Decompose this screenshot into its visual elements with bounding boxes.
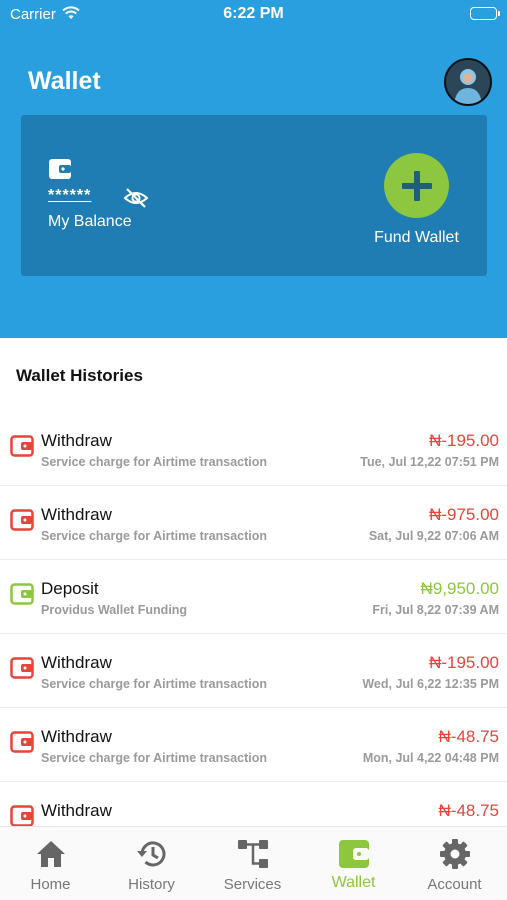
transaction-type: Deposit (41, 579, 99, 598)
transaction-amount: ₦-195.00 (429, 653, 499, 672)
transaction-description: Providus Wallet Funding (41, 603, 188, 617)
tab-history[interactable]: History (101, 827, 202, 900)
history-icon (101, 837, 202, 871)
transaction-date: Fri, Jul 8,22 07:39 AM (372, 603, 499, 617)
section-title: Wallet Histories (16, 366, 143, 385)
balance-label: My Balance (48, 213, 132, 230)
transaction-type: Withdraw (41, 801, 112, 820)
tab-label: History (128, 876, 175, 893)
withdraw-icon (10, 435, 34, 462)
fund-wallet-label[interactable]: Fund Wallet (364, 229, 469, 247)
transaction-list[interactable]: Withdraw Service charge for Airtime tran… (0, 412, 507, 826)
transaction-description: Service charge for Airtime transaction (41, 751, 268, 765)
withdraw-icon (10, 657, 34, 684)
gear-icon (404, 837, 505, 871)
plus-icon (401, 170, 432, 201)
withdraw-icon (10, 509, 34, 536)
tab-services[interactable]: Services (202, 827, 303, 900)
transaction-type: Withdraw (41, 505, 112, 524)
wallet-icon (48, 158, 72, 185)
transaction-date: Tue, Jul 12,22 07:51 PM (360, 455, 499, 469)
tab-label: Home (30, 876, 71, 893)
transaction-row[interactable]: Withdraw Service charge for Airtime tran… (0, 486, 507, 560)
tab-label: Account (427, 876, 482, 893)
transaction-row[interactable]: Withdraw Service charge for Airtime tran… (0, 412, 507, 486)
fund-wallet-button[interactable] (384, 153, 449, 218)
tab-home[interactable]: Home (0, 827, 101, 900)
balance-card: ****** My Balance Fund Wallet (21, 115, 487, 276)
withdraw-icon (10, 805, 34, 826)
transaction-amount: ₦-975.00 (429, 505, 499, 524)
transaction-amount: ₦-48.75 (438, 727, 499, 746)
header: Carrier 6:22 PM Wallet ****** My Balance… (0, 0, 507, 338)
transaction-amount: ₦-48.75 (438, 801, 499, 820)
transaction-row[interactable]: Withdraw Service charge for Airtime tran… (0, 634, 507, 708)
masked-balance: ****** (48, 187, 92, 204)
tab-label: Services (223, 876, 282, 893)
page-title: Wallet (28, 67, 101, 95)
transaction-description: Service charge for Airtime transaction (41, 677, 268, 691)
transaction-type: Withdraw (41, 653, 112, 672)
transaction-amount: ₦9,950.00 (420, 579, 499, 598)
transaction-type: Withdraw (41, 431, 112, 450)
transaction-amount: ₦-195.00 (429, 431, 499, 450)
transaction-description: Service charge for Airtime transaction (41, 529, 268, 543)
transaction-row[interactable]: Withdraw ₦-48.75 (0, 782, 507, 826)
eye-off-icon[interactable] (123, 187, 149, 214)
transaction-row[interactable]: Withdraw Service charge for Airtime tran… (0, 708, 507, 782)
tab-wallet[interactable]: Wallet (303, 827, 404, 900)
tab-bar: Home History Services Wallet Account (0, 826, 507, 900)
avatar[interactable] (444, 58, 492, 106)
transaction-description: Service charge for Airtime transaction (41, 455, 268, 469)
deposit-icon (10, 583, 34, 610)
transaction-date: Sat, Jul 9,22 07:06 AM (368, 529, 499, 543)
withdraw-icon (10, 731, 34, 758)
transaction-date: Mon, Jul 4,22 04:48 PM (362, 751, 499, 765)
battery-icon (470, 7, 500, 20)
transaction-type: Withdraw (41, 727, 112, 746)
tab-label: Wallet (331, 874, 376, 891)
status-bar: Carrier 6:22 PM (0, 0, 507, 30)
home-icon (0, 837, 101, 871)
services-icon (202, 837, 303, 871)
transaction-row[interactable]: Deposit Providus Wallet Funding ₦9,950.0… (0, 560, 507, 634)
clock: 6:22 PM (223, 5, 284, 22)
tab-account[interactable]: Account (404, 827, 505, 900)
wallet-icon (303, 837, 404, 871)
transaction-date: Wed, Jul 6,22 12:35 PM (362, 677, 499, 691)
